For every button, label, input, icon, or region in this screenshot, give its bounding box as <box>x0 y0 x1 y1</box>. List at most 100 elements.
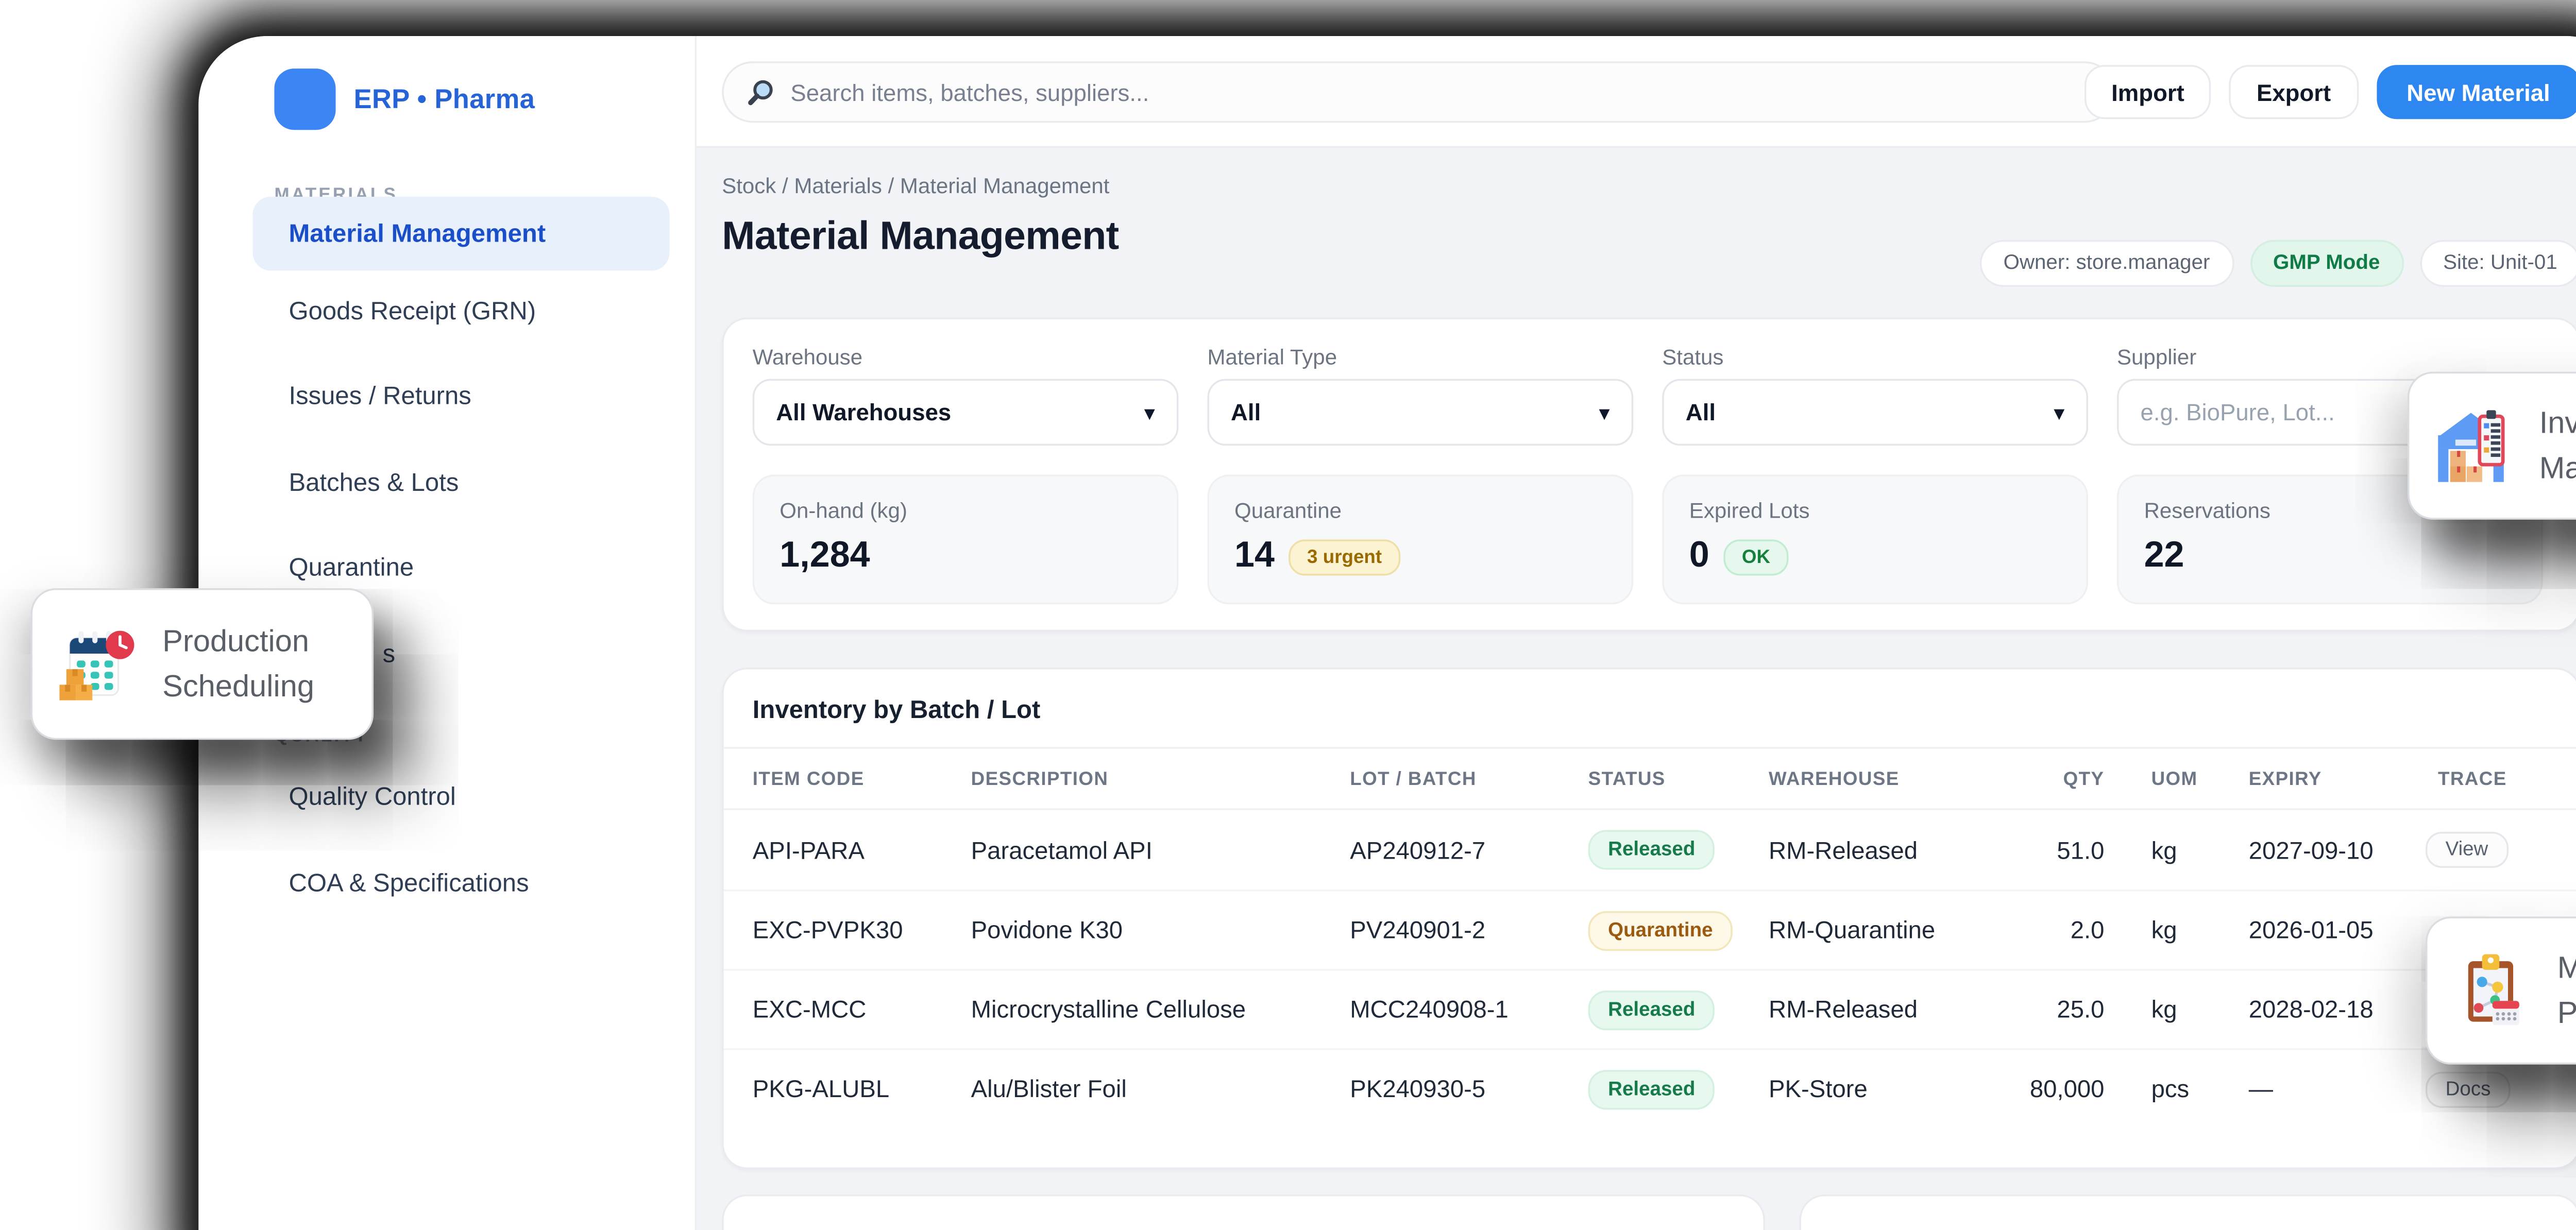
owner-badge: Owner: store.manager <box>1980 240 2233 287</box>
search-icon <box>745 77 776 108</box>
stat-value: 22 <box>2144 536 2184 577</box>
calendar-boxes-clock-icon <box>58 623 141 706</box>
page-badges: Owner: store.manager GMP Mode Site: Unit… <box>1980 240 2576 287</box>
cell-description: Alu/Blister Foil <box>971 1075 1350 1103</box>
status-badge: Quarantine <box>1588 910 1733 950</box>
inventory-table-card: Inventory by Batch / Lot ITEM CODE DESCR… <box>722 668 2576 1169</box>
col-warehouse: WAREHOUSE <box>1769 768 2021 790</box>
bottom-card-left <box>722 1194 1765 1230</box>
sidebar-item-coa-specifications[interactable]: COA & Specifications <box>289 864 529 900</box>
status-select-value: All <box>1686 399 2054 426</box>
status-badge: Released <box>1588 989 1715 1029</box>
cell-warehouse: RM-Released <box>1769 836 2021 864</box>
table-header-row: ITEM CODE DESCRIPTION LOT / BATCH STATUS… <box>724 749 2576 810</box>
search-box[interactable] <box>722 61 2115 123</box>
col-status: STATUS <box>1588 768 1769 790</box>
cell-uom: kg <box>2104 836 2227 864</box>
status-select[interactable]: All ▾ <box>1662 379 2088 446</box>
chevron-down-icon: ▾ <box>1599 400 1610 425</box>
col-expiry: EXPIRY <box>2227 768 2426 790</box>
sidebar-item-goods-receipt[interactable]: Goods Receipt (GRN) <box>289 292 536 328</box>
clipboard-flow-calendar-icon <box>2453 949 2536 1032</box>
warehouse-filter-label: Warehouse <box>753 345 862 370</box>
material-type-select-value: All <box>1231 399 1599 426</box>
brand: ERP • Pharma <box>274 69 535 130</box>
cell-item-code: PKG-ALUBL <box>753 1075 971 1103</box>
topbar-actions: Import Export New Material <box>2084 65 2576 119</box>
warehouse-clipboard-icon <box>2435 404 2518 487</box>
page-title: Material Management <box>722 213 1118 260</box>
gmp-mode-badge: GMP Mode <box>2249 240 2403 287</box>
sidebar-item-material-management[interactable]: Material Management <box>252 197 669 271</box>
app-window: ERP • Pharma MATERIALS Material Manageme… <box>198 36 2576 1230</box>
col-uom: UOM <box>2104 768 2227 790</box>
sidebar-item-batches-lots[interactable]: Batches & Lots <box>289 464 459 500</box>
inventory-management-callout[interactable]: Inventory Management <box>2408 372 2576 520</box>
urgent-badge: 3 urgent <box>1289 539 1400 575</box>
callout-line2: Management <box>2539 446 2576 491</box>
material-planning-callout[interactable]: Material Planning <box>2426 917 2576 1065</box>
chevron-down-icon: ▾ <box>2054 400 2064 425</box>
cell-description: Povidone K30 <box>971 917 1350 944</box>
cell-qty: 25.0 <box>2021 996 2104 1023</box>
ok-badge: OK <box>1724 539 1788 575</box>
material-type-select[interactable]: All ▾ <box>1208 379 1634 446</box>
callout-text: Production Scheduling <box>162 618 314 710</box>
warehouse-select-value: All Warehouses <box>776 399 1144 426</box>
app-logo-icon <box>274 69 335 130</box>
cell-expiry: 2028-02-18 <box>2227 996 2426 1023</box>
col-trace: TRACE <box>2426 768 2507 790</box>
cell-item-code: API-PARA <box>753 836 971 864</box>
warehouse-select[interactable]: All Warehouses ▾ <box>753 379 1179 446</box>
import-button[interactable]: Import <box>2084 65 2212 119</box>
table-row[interactable]: API-PARA Paracetamol API AP240912-7 Rele… <box>724 810 2576 890</box>
stat-quarantine: Quarantine 14 3 urgent <box>1208 474 1634 604</box>
table-row[interactable]: EXC-MCC Microcrystalline Cellulose MCC24… <box>724 969 2576 1048</box>
stat-label: On-hand (kg) <box>779 498 907 523</box>
cell-description: Paracetamol API <box>971 836 1350 864</box>
sidebar-item-label: Material Management <box>289 197 546 271</box>
cell-lot: PV240901-2 <box>1350 917 1588 944</box>
sidebar-item-quality-control[interactable]: Quality Control <box>289 778 455 814</box>
bottom-card-right <box>1799 1194 2576 1230</box>
cell-qty: 80,000 <box>2021 1075 2104 1103</box>
callout-line1: Production <box>162 618 314 664</box>
cell-expiry: — <box>2227 1075 2426 1103</box>
stat-value: 0 <box>1689 536 1709 577</box>
cell-lot: PK240930-5 <box>1350 1075 1588 1103</box>
filters-card: Warehouse All Warehouses ▾ On-hand (kg) … <box>722 318 2576 632</box>
sidebar-item-quarantine[interactable]: Quarantine <box>289 549 414 585</box>
callout-line2: Planning <box>2557 990 2576 1036</box>
screenshot-stage: ERP • Pharma MATERIALS Material Manageme… <box>0 0 2576 1230</box>
col-lot-batch: LOT / BATCH <box>1350 768 1588 790</box>
search-input[interactable] <box>790 78 2092 106</box>
cell-warehouse: RM-Released <box>1769 996 2021 1023</box>
stat-value: 14 <box>1234 536 1275 577</box>
cell-expiry: 2026-01-05 <box>2227 917 2426 944</box>
stat-expired-lots: Expired Lots 0 OK <box>1662 474 2088 604</box>
cell-uom: pcs <box>2104 1075 2227 1103</box>
view-button[interactable]: View <box>2426 832 2508 868</box>
sidebar-item-issues-returns[interactable]: Issues / Returns <box>289 377 471 413</box>
cell-warehouse: RM-Quarantine <box>1769 917 2021 944</box>
production-scheduling-callout[interactable]: Production Scheduling <box>31 588 374 740</box>
breadcrumb[interactable]: Stock / Materials / Material Management <box>722 173 1109 198</box>
docs-button[interactable]: Docs <box>2426 1071 2511 1107</box>
table-row[interactable]: PKG-ALUBL Alu/Blister Foil PK240930-5 Re… <box>724 1048 2576 1128</box>
stat-label: Expired Lots <box>1689 498 1810 523</box>
cell-item-code: EXC-PVPK30 <box>753 917 971 944</box>
col-item-code: ITEM CODE <box>753 768 971 790</box>
sidebar-item-partially-hidden[interactable]: s <box>383 635 396 671</box>
export-button[interactable]: Export <box>2229 65 2358 119</box>
chevron-down-icon: ▾ <box>1144 400 1155 425</box>
callout-text: Inventory Management <box>2539 400 2576 492</box>
table-title: Inventory by Batch / Lot <box>724 670 2576 749</box>
status-filter-label: Status <box>1662 345 1723 370</box>
callout-line2: Scheduling <box>162 664 314 710</box>
cell-qty: 2.0 <box>2021 917 2104 944</box>
stat-label: Quarantine <box>1234 498 1342 523</box>
col-qty: QTY <box>2021 768 2104 790</box>
cell-lot: MCC240908-1 <box>1350 996 1588 1023</box>
new-material-button[interactable]: New Material <box>2376 65 2576 119</box>
table-row[interactable]: EXC-PVPK30 Povidone K30 PV240901-2 Quara… <box>724 890 2576 969</box>
